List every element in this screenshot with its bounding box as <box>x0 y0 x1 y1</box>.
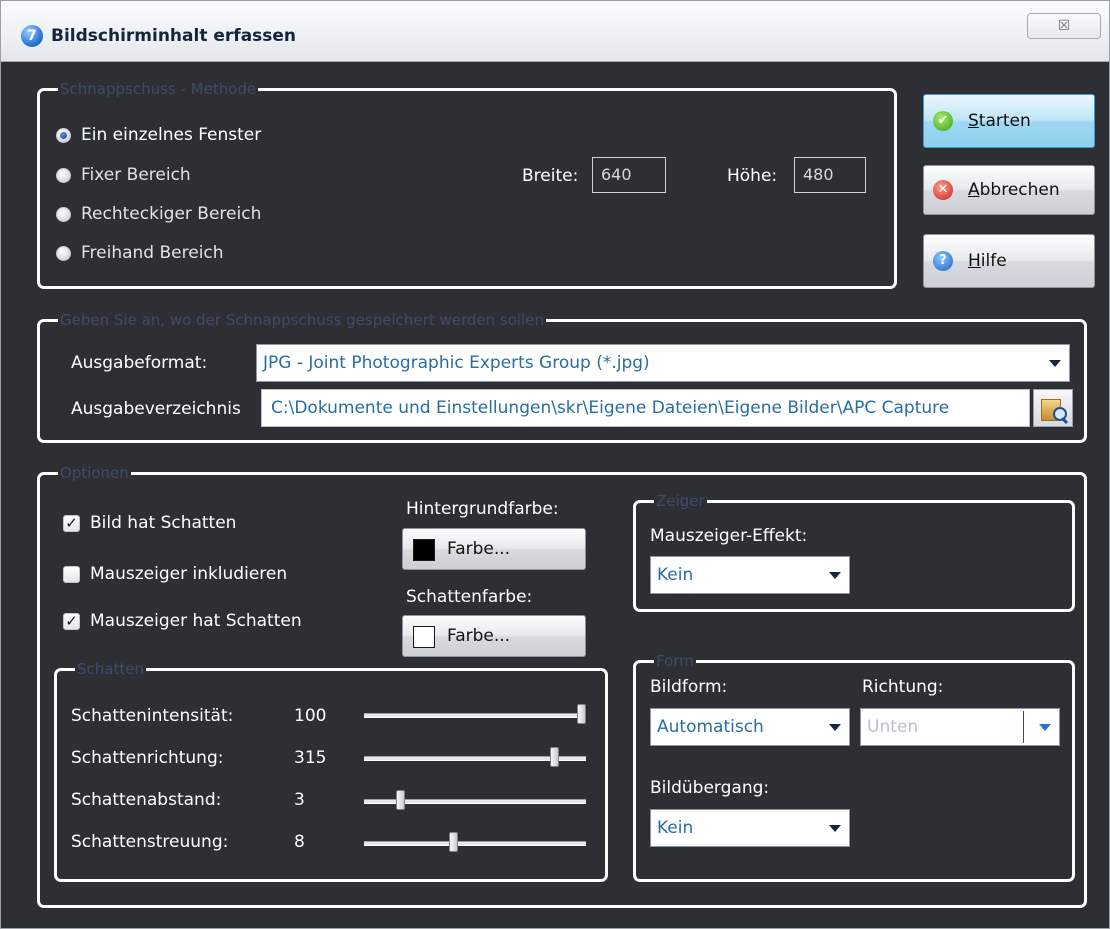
help-icon: ? <box>933 251 953 271</box>
shape-select[interactable]: Automatisch <box>650 708 850 746</box>
background-color-label: Hintergrundfarbe: <box>406 499 559 519</box>
pointer-effect-select[interactable]: Kein <box>650 556 850 594</box>
chevron-down-icon <box>829 572 841 579</box>
chevron-down-icon <box>829 724 841 731</box>
transition-value: Kein <box>657 818 694 838</box>
pointer-effect-label: Mauszeiger-Effekt: <box>650 526 808 546</box>
close-button[interactable]: ☒ <box>1027 13 1101 39</box>
format-label: Ausgabeformat: <box>71 353 208 373</box>
output-legend: Geben Sie an, wo der Schnappschuss gespe… <box>60 311 544 329</box>
direction-value: Unten <box>867 717 919 737</box>
transition-label: Bildübergang: <box>650 778 770 798</box>
shadow-spread-track[interactable] <box>364 841 586 846</box>
radio-single-window-label[interactable]: Ein einzelnes Fenster <box>81 125 261 145</box>
pointer-effect-value: Kein <box>657 565 694 585</box>
checkbox-pointer-shadow-label[interactable]: Mauszeiger hat Schatten <box>90 611 302 631</box>
direction-select[interactable]: Unten <box>860 708 1060 746</box>
help-label: ilfe <box>980 251 1007 271</box>
shadow-color-button[interactable]: Farbe... <box>402 615 586 657</box>
checkbox-include-pointer[interactable] <box>63 566 80 583</box>
browse-folder-button[interactable] <box>1033 389 1073 427</box>
shadow-legend: Schatten <box>77 660 144 678</box>
dialog-body: Schnappschuss - Methode Ein einzelnes Fe… <box>1 62 1109 928</box>
directory-input[interactable]: C:\Dokumente und Einstellungen\skr\Eigen… <box>261 389 1030 427</box>
radio-rectangle-area-label[interactable]: Rechteckiger Bereich <box>81 204 261 224</box>
radio-single-window[interactable] <box>56 128 71 143</box>
shadow-intensity-label: Schattenintensität: <box>71 706 234 726</box>
options-legend: Optionen <box>60 464 129 482</box>
shadow-distance-thumb[interactable] <box>395 790 405 810</box>
help-mnemonic: H <box>968 251 981 271</box>
shadow-spread-thumb[interactable] <box>449 832 459 852</box>
chevron-down-icon <box>829 825 841 832</box>
background-color-swatch <box>413 539 435 561</box>
cancel-label: bbrechen <box>979 180 1060 200</box>
radio-freehand-area-label[interactable]: Freihand Bereich <box>81 243 224 263</box>
height-input[interactable]: 480 <box>794 157 866 193</box>
shadow-color-label: Schattenfarbe: <box>406 587 533 607</box>
format-value: JPG - Joint Photographic Experts Group (… <box>263 353 650 373</box>
cancel-mnemonic: A <box>968 180 980 200</box>
directory-value: C:\Dokumente und Einstellungen\skr\Eigen… <box>271 398 950 418</box>
background-color-button[interactable]: Farbe... <box>402 528 586 570</box>
width-input[interactable]: 640 <box>592 157 666 193</box>
direction-label: Richtung: <box>862 677 944 697</box>
help-button[interactable]: ? Hilfe <box>923 234 1095 288</box>
cancel-icon: ✕ <box>933 180 953 200</box>
start-button[interactable]: ✔ Starten <box>923 94 1095 148</box>
shadow-color-swatch <box>413 626 435 648</box>
radio-freehand-area[interactable] <box>56 246 71 261</box>
radio-fixed-area[interactable] <box>56 168 71 183</box>
format-select[interactable]: JPG - Joint Photographic Experts Group (… <box>256 344 1070 382</box>
start-label: tarten <box>978 111 1031 131</box>
transition-select[interactable]: Kein <box>650 809 850 847</box>
chevron-down-icon <box>1049 360 1061 367</box>
shadow-intensity-track[interactable] <box>364 713 586 718</box>
pointer-legend: Zeiger <box>656 492 705 510</box>
width-label: Breite: <box>522 166 579 186</box>
start-mnemonic: S <box>968 111 979 131</box>
capture-dialog: 7 Bildschirminhalt erfassen ☒ Schnappsch… <box>0 0 1110 929</box>
radio-rectangle-area[interactable] <box>56 207 71 222</box>
app-icon: 7 <box>21 25 43 47</box>
check-icon: ✔ <box>933 111 953 131</box>
shadow-spread-label: Schattenstreuung: <box>71 832 229 852</box>
shadow-intensity-thumb[interactable] <box>577 704 586 724</box>
shadow-distance-value: 3 <box>294 790 305 810</box>
shadow-intensity-value: 100 <box>294 706 327 726</box>
shadow-direction-label: Schattenrichtung: <box>71 748 224 768</box>
shadow-direction-value: 315 <box>294 748 327 768</box>
checkbox-image-shadow[interactable]: ✓ <box>63 515 80 532</box>
checkbox-pointer-shadow[interactable]: ✓ <box>63 613 80 630</box>
shadow-direction-thumb[interactable] <box>550 747 560 767</box>
height-label: Höhe: <box>727 166 778 186</box>
form-legend: Form <box>656 652 694 670</box>
title-bar[interactable]: 7 Bildschirminhalt erfassen ☒ <box>1 1 1109 62</box>
close-icon: ☒ <box>1057 18 1071 34</box>
checkbox-image-shadow-label[interactable]: Bild hat Schatten <box>90 513 236 533</box>
window-title: Bildschirminhalt erfassen <box>51 26 297 46</box>
background-color-button-label: Farbe... <box>447 539 511 559</box>
checkbox-include-pointer-label[interactable]: Mauszeiger inkludieren <box>90 564 287 584</box>
pointer-group: Zeiger <box>633 494 1075 612</box>
shape-value: Automatisch <box>657 717 764 737</box>
radio-fixed-area-label[interactable]: Fixer Bereich <box>81 165 191 185</box>
chevron-down-icon <box>1039 724 1051 731</box>
shape-label: Bildform: <box>650 677 728 697</box>
shadow-color-button-label: Farbe... <box>447 626 511 646</box>
shadow-distance-label: Schattenabstand: <box>71 790 222 810</box>
cancel-button[interactable]: ✕ Abbrechen <box>923 165 1095 215</box>
directory-label: Ausgabeverzeichnis <box>71 399 241 419</box>
method-legend: Schnappschuss - Methode <box>60 80 257 98</box>
shadow-spread-value: 8 <box>294 832 305 852</box>
